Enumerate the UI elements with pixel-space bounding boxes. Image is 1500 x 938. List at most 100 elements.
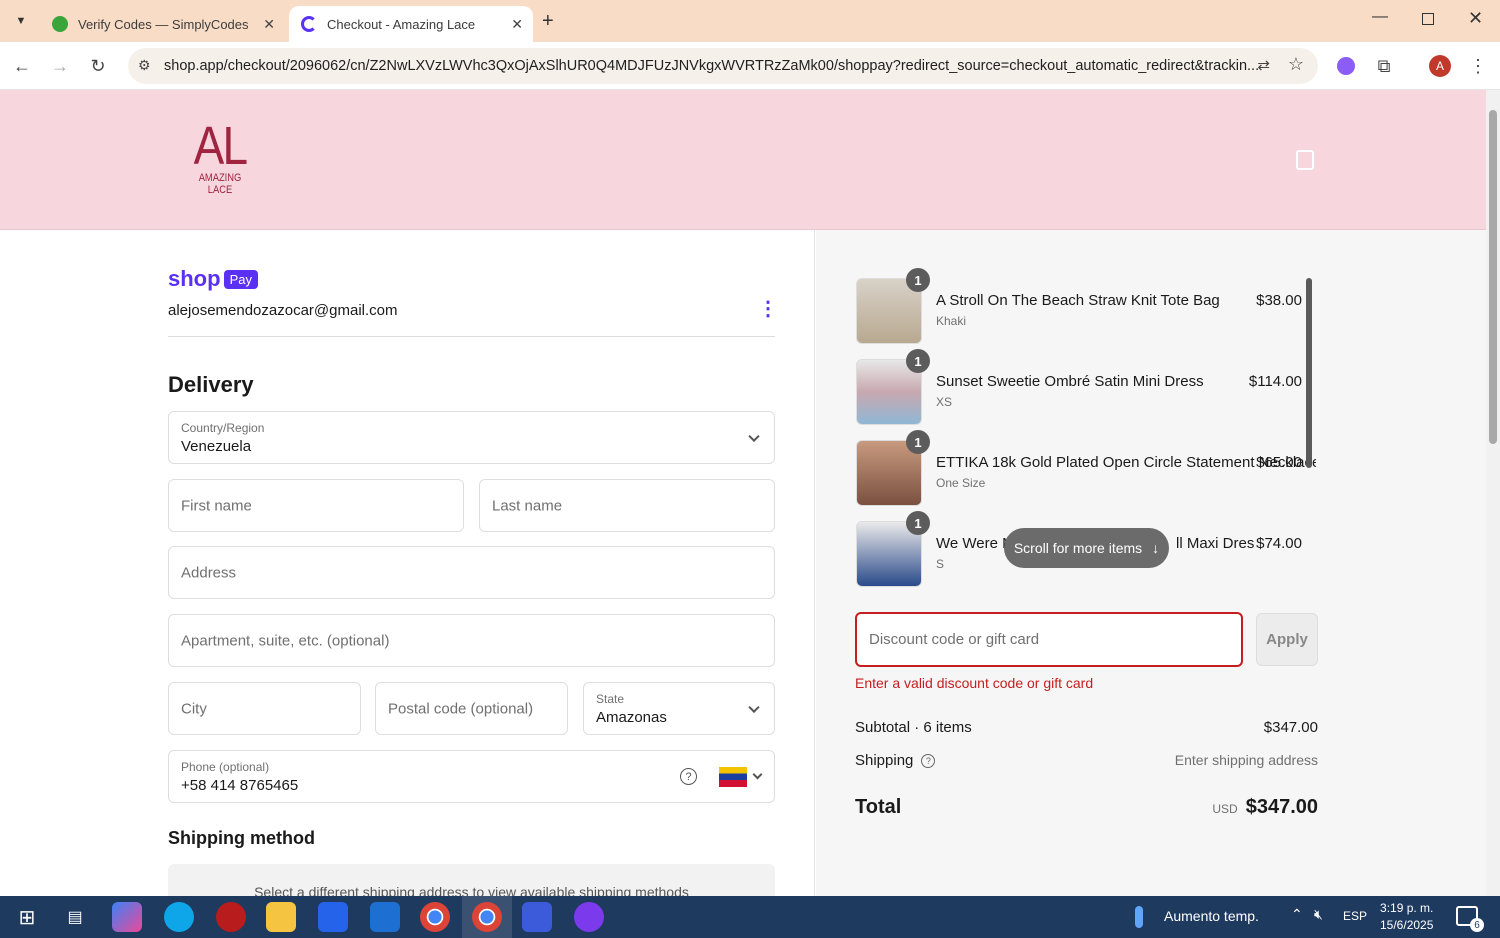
help-icon[interactable]: ? (680, 768, 697, 785)
checkout-page: AL AMAZING LACE shop Pay alejosemendozaz… (0, 90, 1486, 896)
copilot-icon[interactable] (112, 902, 142, 932)
address-field[interactable]: Address (168, 546, 775, 599)
tab-title: Checkout - Amazing Lace (327, 16, 476, 32)
last-name-field[interactable]: Last name (479, 479, 775, 532)
app-red-icon[interactable] (216, 902, 246, 932)
cart-item: 1 Sunset Sweetie Ombré Satin Mini Dress … (856, 349, 1306, 425)
close-window-icon[interactable]: ✕ (1468, 8, 1483, 29)
discount-input[interactable]: Discount code or gift card (855, 612, 1243, 667)
app-discord-icon[interactable] (574, 902, 604, 932)
item-variant: XS (936, 395, 953, 409)
tab-search-icon[interactable]: ▼ (10, 10, 32, 32)
state-select[interactable]: State Amazonas (583, 682, 775, 735)
shop-pay-logo: shop Pay (168, 266, 258, 292)
edge-icon[interactable] (164, 902, 194, 932)
page-scrollbar[interactable] (1486, 90, 1500, 896)
tab-verify-codes[interactable]: Verify Codes — SimplyCodes ✕ (40, 6, 285, 42)
item-variant: Khaki (936, 314, 967, 328)
simplycodes-favicon-icon (52, 16, 68, 32)
account-menu-icon[interactable]: ⋮ (758, 296, 778, 321)
close-tab-icon[interactable]: ✕ (263, 16, 275, 33)
start-windows-icon[interactable]: ⊞ (12, 902, 42, 932)
scroll-for-more-button[interactable]: Scroll for more items ↓ (1004, 528, 1169, 568)
reload-icon[interactable]: ↻ (86, 54, 110, 78)
close-tab-icon[interactable]: ✕ (511, 16, 523, 33)
extensions-puzzle-icon[interactable]: ⧉ (1372, 54, 1396, 78)
browser-tab-strip: ▼ Verify Codes — SimplyCodes ✕ Checkout … (0, 0, 1500, 42)
notifications-icon[interactable]: 6 (1456, 906, 1484, 932)
item-price: $65.00 (1256, 454, 1302, 471)
url-text: shop.app/checkout/2096062/cn/Z2NwLXVzLWV… (164, 58, 1260, 74)
item-variant: One Size (936, 476, 986, 490)
restore-icon[interactable] (1422, 13, 1434, 25)
profile-avatar[interactable]: A (1428, 54, 1452, 78)
item-price: $74.00 (1256, 535, 1302, 552)
shopping-bag-icon[interactable] (1296, 150, 1314, 170)
city-field[interactable]: City (168, 682, 361, 735)
back-icon[interactable]: ← (10, 54, 34, 78)
quantity-badge: 1 (906, 430, 930, 454)
chevron-down-icon (748, 430, 760, 442)
chrome-profile-icon[interactable] (472, 902, 502, 932)
outlook-icon[interactable] (370, 902, 400, 932)
thermometer-icon[interactable] (1135, 906, 1143, 928)
item-name: A Stroll On The Beach Straw Knit Tote Ba… (936, 292, 1220, 309)
subtotal-value: $347.00 (1263, 719, 1318, 736)
shipping-label: Shipping ? (855, 752, 936, 769)
new-tab-icon[interactable]: + (542, 10, 554, 33)
cart-scrollbar[interactable] (1306, 278, 1312, 468)
total-value: $347.00 (1245, 796, 1318, 818)
forward-icon[interactable]: → (48, 54, 72, 78)
item-name-tail: ll Maxi Dres (1176, 535, 1255, 552)
menu-kebab-icon[interactable]: ⋮ (1466, 54, 1490, 78)
phone-field[interactable]: Phone (optional) +58 414 8765465 ? (168, 750, 775, 803)
weather-status[interactable]: Aumento temp. (1164, 908, 1259, 924)
amazing-lace-logo[interactable]: AL AMAZING LACE (180, 119, 260, 196)
clock-time: 3:19 p. m. (1380, 901, 1434, 915)
divider (168, 336, 775, 337)
scrollbar-thumb[interactable] (1489, 110, 1497, 444)
shipping-method-heading: Shipping method (168, 828, 315, 848)
volume-muted-icon[interactable]: 🔇︎ (1314, 906, 1323, 923)
subtotal-label: Subtotal · 6 items (855, 719, 972, 736)
quantity-badge: 1 (906, 349, 930, 373)
shipping-value: Enter shipping address (1174, 752, 1318, 768)
task-view-icon[interactable]: ▤ (60, 902, 90, 932)
store-icon[interactable] (318, 902, 348, 932)
delivery-heading: Delivery (168, 372, 254, 397)
apply-discount-button[interactable]: Apply (1256, 613, 1318, 666)
total-amount: USD $347.00 (1212, 796, 1318, 819)
country-select[interactable]: Country/Region Venezuela (168, 411, 775, 464)
apartment-field[interactable]: Apartment, suite, etc. (optional) (168, 614, 775, 667)
windows-taskbar: ⊞ ▤ Aumento temp. ⌃ 🔇︎ ESP 3:19 p. m. 15… (0, 896, 1500, 938)
app-blue-icon[interactable] (522, 902, 552, 932)
tray-chevron-up-icon[interactable]: ⌃ (1291, 906, 1303, 923)
item-price: $38.00 (1256, 292, 1302, 309)
account-email: alejosemendozazocar@gmail.com (168, 302, 398, 319)
tab-checkout[interactable]: Checkout - Amazing Lace ✕ (289, 6, 533, 42)
extension-purple-icon[interactable] (1334, 54, 1358, 78)
chrome-icon[interactable] (420, 902, 450, 932)
site-info-icon[interactable]: ⚙ (138, 57, 151, 74)
cart-item: 1 ETTIKA 18k Gold Plated Open Circle Sta… (856, 430, 1316, 506)
store-header: AL AMAZING LACE (0, 90, 1486, 230)
first-name-field[interactable]: First name (168, 479, 464, 532)
clock[interactable]: 3:19 p. m. 15/6/2025 (1380, 900, 1433, 934)
chevron-down-icon[interactable] (752, 769, 763, 780)
browser-toolbar: ← → ↻ ⚙ shop.app/checkout/2096062/cn/Z2N… (0, 42, 1500, 90)
order-summary-column: 1 A Stroll On The Beach Straw Knit Tote … (816, 230, 1486, 896)
item-price: $114.00 (1248, 373, 1302, 390)
help-icon[interactable]: ? (921, 753, 936, 768)
bookmark-star-icon[interactable]: ☆ (1288, 54, 1304, 75)
postal-code-field[interactable]: Postal code (optional) (375, 682, 568, 735)
translate-icon[interactable]: ⇄ (1257, 56, 1270, 74)
shop-favicon-icon (301, 16, 317, 32)
file-explorer-icon[interactable] (266, 902, 296, 932)
checkout-form-column: shop Pay alejosemendozazocar@gmail.com ⋮… (0, 230, 815, 896)
minimize-icon[interactable]: — (1372, 8, 1388, 26)
address-bar[interactable]: ⚙ shop.app/checkout/2096062/cn/Z2NwLXVzL… (128, 48, 1318, 84)
discount-error: Enter a valid discount code or gift card (855, 675, 1094, 691)
chevron-down-icon (748, 701, 760, 713)
language-indicator[interactable]: ESP (1343, 909, 1367, 923)
venezuela-flag-icon[interactable] (719, 767, 747, 787)
